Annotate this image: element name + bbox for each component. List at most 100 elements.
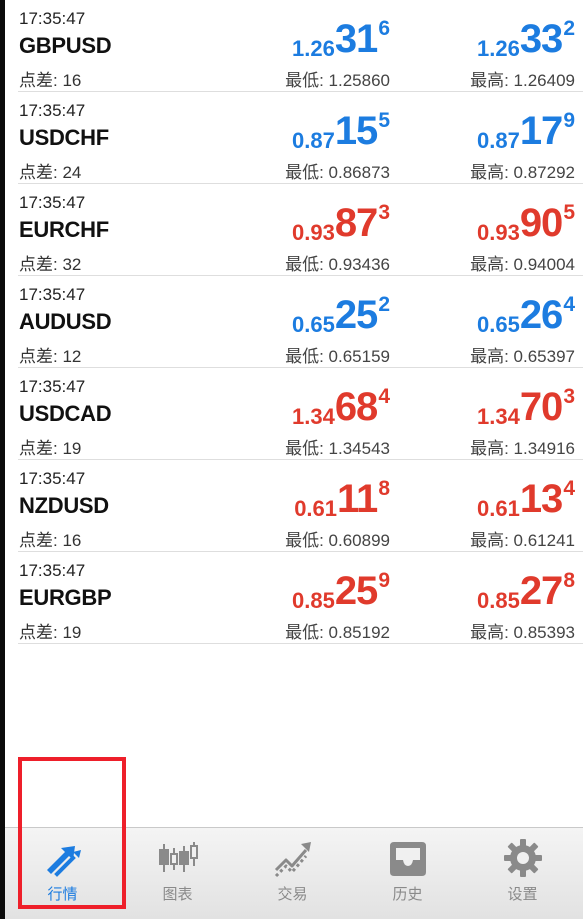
bid-price-fraction: 3: [378, 201, 390, 224]
quote-row-usdchf[interactable]: 17:35:47 USDCHF 点差: 24 0.87 15 5 0.87 17 9 最…: [18, 92, 583, 184]
bid-price-fraction: 2: [378, 293, 390, 316]
quotes-list: 17:35:47 GBPUSD 点差: 16 1.26 31 6 1.26 33 2 最…: [18, 0, 583, 644]
quote-symbol: AUDUSD: [19, 309, 112, 334]
ask-price-fraction: 4: [563, 293, 575, 316]
bid-price-fraction: 6: [378, 17, 390, 40]
quote-time: 17:35:47: [19, 193, 86, 212]
quote-time: 17:35:47: [19, 285, 86, 304]
bid-price-prefix: 0.93: [291, 220, 335, 245]
ask-price[interactable]: 0.85 27 8: [477, 569, 575, 614]
quote-spread: 点差: 16: [19, 531, 82, 550]
bid-price-prefix: 0.85: [291, 588, 335, 613]
ask-price[interactable]: 0.65 26 4: [477, 293, 575, 338]
quote-high: 最高: 1.26409: [470, 71, 575, 90]
tab-label: 交易: [277, 886, 308, 903]
quote-row-usdcad[interactable]: 17:35:47 USDCAD 点差: 19 1.34 68 4 1.34 70 3 最…: [18, 368, 583, 460]
quote-low: 最低: 0.65159: [285, 347, 390, 366]
quote-time: 17:35:47: [19, 469, 86, 488]
tab-history[interactable]: 历史: [350, 828, 465, 920]
quote-high: 最高: 0.94004: [470, 255, 575, 274]
quote-high: 最高: 0.87292: [470, 163, 575, 182]
ask-price-prefix: 1.26: [476, 36, 520, 61]
ask-price-pips: 33: [519, 17, 563, 61]
ask-price-prefix: 0.93: [476, 220, 520, 245]
ask-price-pips: 27: [519, 569, 563, 613]
tab-trade[interactable]: 交易: [235, 828, 350, 920]
tab-charts[interactable]: 图表: [120, 828, 235, 920]
ask-price[interactable]: 0.93 90 5: [477, 201, 575, 246]
quote-spread: 点差: 16: [19, 71, 82, 90]
ask-price-prefix: 0.61: [476, 496, 520, 521]
quotes-arrows-icon: [46, 846, 81, 877]
ask-price-prefix: 0.85: [476, 588, 520, 613]
tab-label: 设置: [507, 886, 538, 903]
quote-symbol: EURCHF: [19, 217, 109, 242]
bid-price[interactable]: 0.65 25 2: [292, 293, 390, 338]
bid-price-pips: 15: [334, 109, 378, 153]
ask-price-pips: 17: [519, 109, 563, 153]
quote-time: 17:35:47: [19, 377, 86, 396]
quote-time: 17:35:47: [19, 101, 86, 120]
bid-price-pips: 68: [334, 385, 378, 429]
ask-price-pips: 26: [519, 293, 563, 337]
ask-price-prefix: 0.87: [476, 128, 520, 153]
quote-row-gbpusd[interactable]: 17:35:47 GBPUSD 点差: 16 1.26 31 6 1.26 33 2 最…: [18, 0, 583, 92]
bid-price[interactable]: 1.34 68 4: [292, 385, 390, 430]
quote-row-audusd[interactable]: 17:35:47 AUDUSD 点差: 12 0.65 25 2 0.65 26 4 最…: [18, 276, 583, 368]
bid-price[interactable]: 0.61 11 8: [294, 477, 390, 522]
quote-symbol: USDCAD: [19, 401, 112, 426]
quote-low: 最低: 0.60899: [285, 531, 390, 550]
bid-price-pips: 25: [334, 293, 378, 337]
ask-price-fraction: 9: [563, 109, 575, 132]
quote-spread: 点差: 19: [19, 623, 82, 642]
quote-low: 最低: 1.34543: [285, 439, 390, 458]
trade-trend-icon: [274, 842, 311, 878]
bid-price[interactable]: 0.93 87 3: [292, 201, 390, 246]
ask-price-fraction: 4: [563, 477, 575, 500]
history-inbox-icon: [389, 842, 426, 876]
tab-quotes[interactable]: 行情: [5, 828, 120, 920]
quote-symbol: GBPUSD: [19, 33, 112, 58]
quote-time: 17:35:47: [19, 9, 86, 28]
quote-low: 最低: 0.86873: [285, 163, 390, 182]
bid-price[interactable]: 1.26 31 6: [292, 17, 390, 62]
bid-price-fraction: 4: [378, 385, 390, 408]
ask-price[interactable]: 0.61 13 4: [477, 477, 575, 522]
bottom-tab-bar: 行情 图表 交易 历史 设置: [5, 827, 583, 919]
quote-low: 最低: 1.25860: [285, 71, 390, 90]
quote-high: 最高: 1.34916: [470, 439, 575, 458]
bid-price-prefix: 1.26: [291, 36, 335, 61]
bid-price[interactable]: 0.85 25 9: [292, 569, 390, 614]
ask-price[interactable]: 1.26 33 2: [477, 17, 575, 62]
quote-high: 最高: 0.85393: [470, 623, 575, 642]
quote-row-eurchf[interactable]: 17:35:47 EURCHF 点差: 32 0.93 87 3 0.93 90 5 最…: [18, 184, 583, 276]
quote-spread: 点差: 19: [19, 439, 82, 458]
ask-price-fraction: 5: [563, 201, 575, 224]
ask-price-fraction: 3: [563, 385, 575, 408]
ask-price-fraction: 8: [563, 569, 575, 592]
quote-row-nzdusd[interactable]: 17:35:47 NZDUSD 点差: 16 0.61 11 8 0.61 13 4 最…: [18, 460, 583, 552]
bid-price-pips: 25: [334, 569, 378, 613]
left-edge-bar: [0, 0, 5, 919]
tab-settings[interactable]: 设置: [465, 828, 580, 920]
ask-price-prefix: 0.65: [476, 312, 520, 337]
quote-high: 最高: 0.61241: [470, 531, 575, 550]
quote-low: 最低: 0.93436: [285, 255, 390, 274]
bid-price-prefix: 0.87: [291, 128, 335, 153]
bid-price-pips: 31: [334, 17, 378, 61]
bid-price[interactable]: 0.87 15 5: [292, 109, 390, 154]
bid-price-fraction: 8: [378, 477, 390, 500]
quote-low: 最低: 0.85192: [285, 623, 390, 642]
quote-symbol: USDCHF: [19, 125, 109, 150]
bid-price-prefix: 0.61: [294, 496, 338, 521]
quote-spread: 点差: 12: [19, 347, 82, 366]
tab-label: 行情: [47, 886, 78, 903]
bid-price-fraction: 9: [378, 569, 390, 592]
quote-time: 17:35:47: [19, 561, 86, 580]
quote-row-eurgbp[interactable]: 17:35:47 EURGBP 点差: 19 0.85 25 9 0.85 27 8 最…: [18, 552, 583, 644]
quote-symbol: EURGBP: [19, 585, 112, 610]
bid-price-fraction: 5: [378, 109, 390, 132]
ask-price[interactable]: 0.87 17 9: [477, 109, 575, 154]
ask-price[interactable]: 1.34 70 3: [477, 385, 575, 430]
ask-price-fraction: 2: [563, 17, 575, 40]
